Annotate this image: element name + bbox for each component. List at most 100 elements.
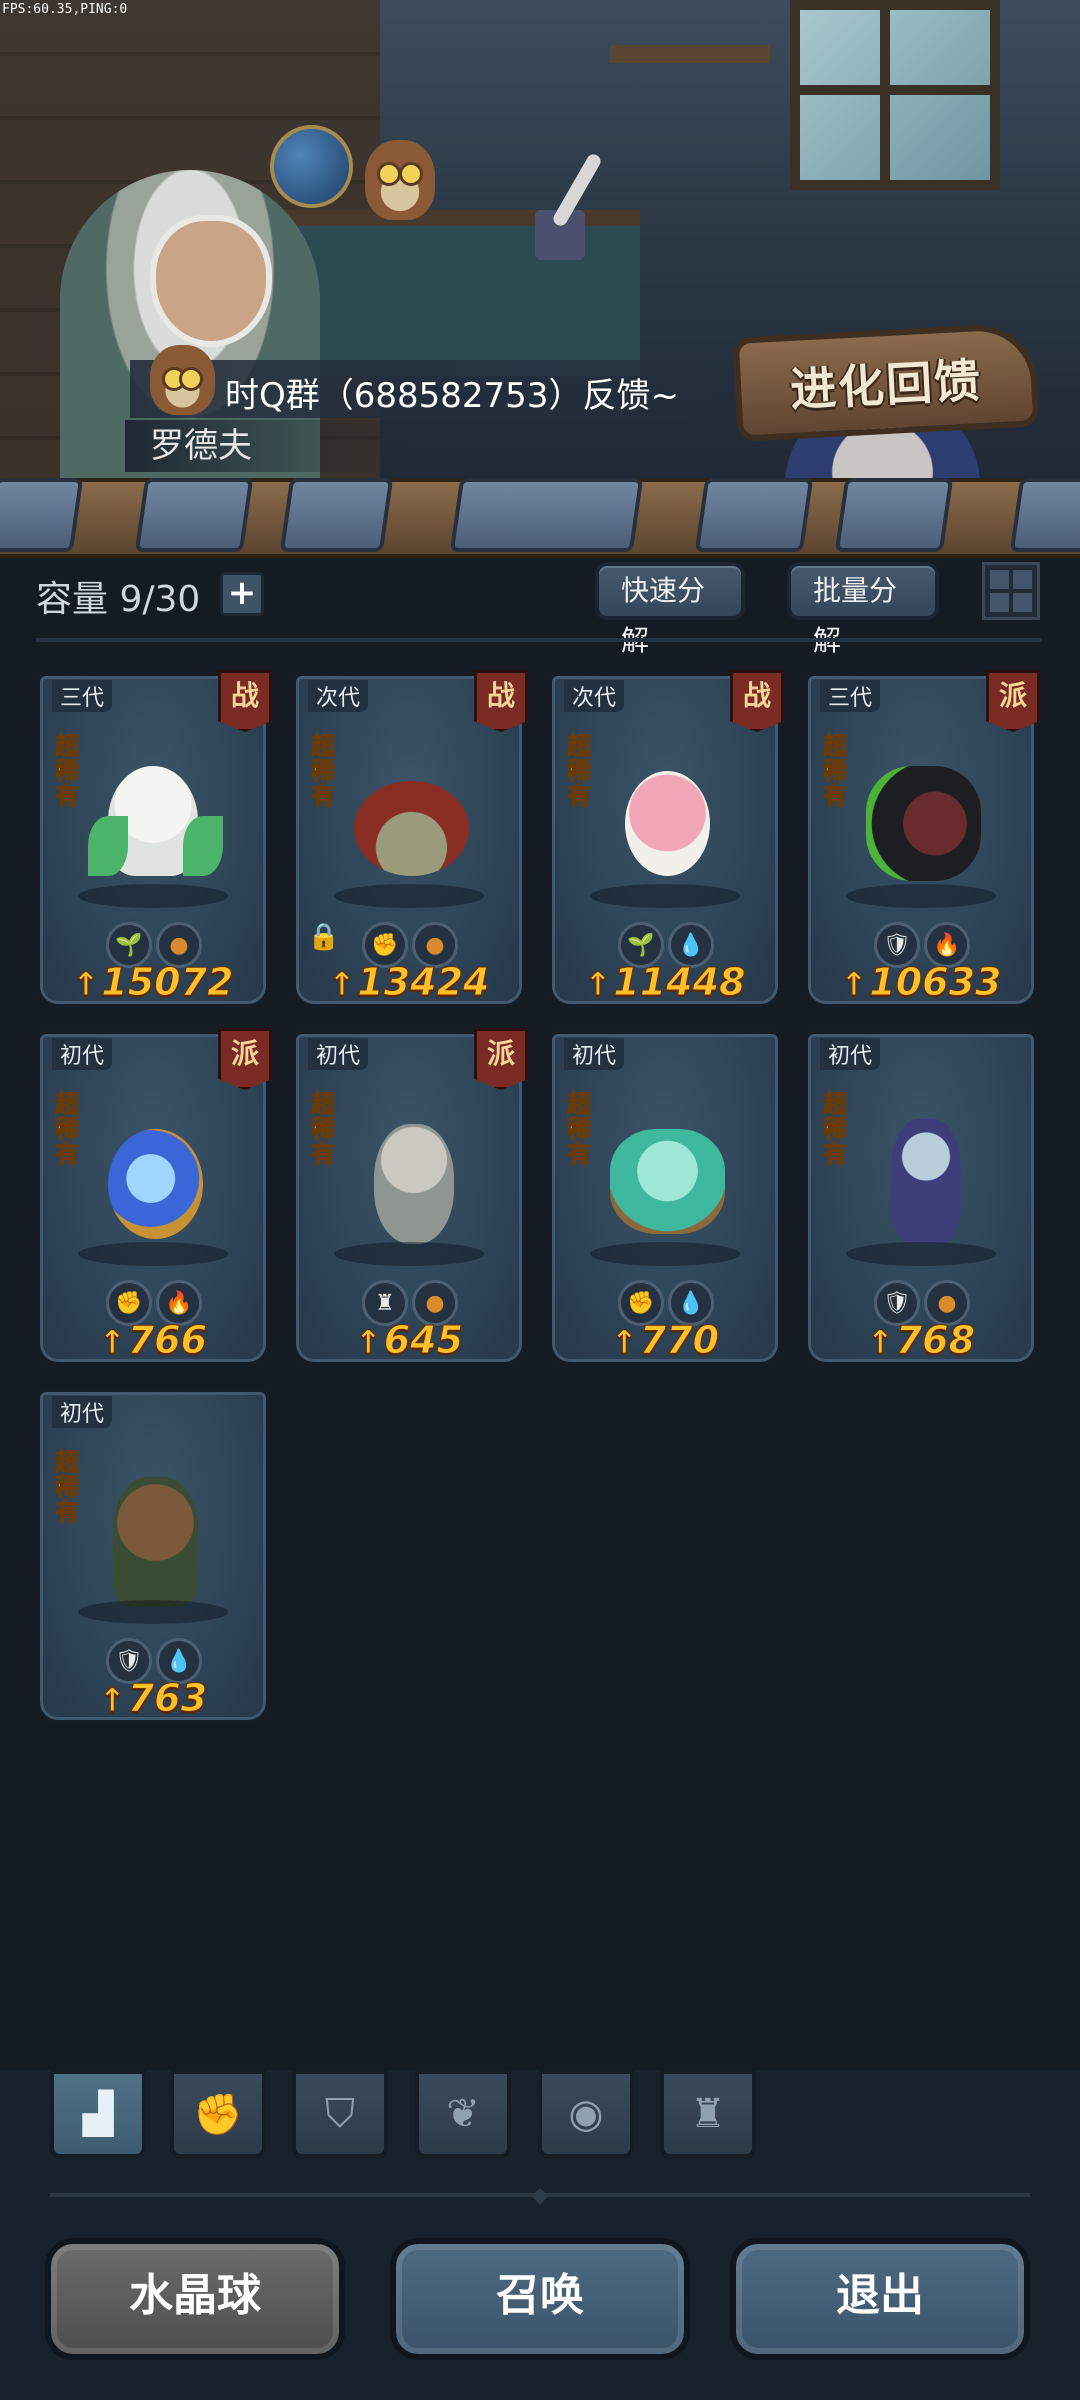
power-arrow-icon: ↑ (328, 965, 356, 1004)
globe-art (270, 125, 353, 208)
creature-card[interactable]: 三代 战 超稀有 🌱 ● ↑15072 (36, 670, 272, 1008)
creature-portrait (595, 746, 735, 896)
batch-decompose-button[interactable]: 批量分解 (787, 562, 939, 657)
merlon (279, 478, 394, 552)
leaf-wing-art (88, 816, 128, 876)
exit-button[interactable]: 退出 (730, 2238, 1030, 2360)
capacity-label: 容量 9/30 (36, 579, 201, 620)
divider (36, 638, 1042, 642)
power-arrow-icon: ↑ (98, 1323, 126, 1362)
creature-card[interactable]: 初代 超稀有 🛡 ● ↑768 (804, 1030, 1038, 1366)
combat-power: ↑763 (98, 1676, 208, 1721)
merlon (1009, 478, 1080, 552)
creature-portrait (83, 1104, 223, 1254)
ground-shadow (590, 884, 740, 908)
creature-portrait (851, 746, 991, 896)
generation-label: 次代 (308, 680, 369, 712)
power-arrow-icon: ↑ (98, 1681, 126, 1720)
crystal-ball-button[interactable]: 水晶球 (45, 2238, 345, 2360)
lock-icon[interactable]: 🔒 (306, 922, 342, 962)
creature-portrait (595, 1104, 735, 1254)
combat-power: ↑15072 (72, 960, 234, 1005)
ground-shadow (78, 1242, 228, 1266)
faction-badge: 派 (218, 1028, 272, 1090)
ground-shadow (846, 884, 996, 908)
ground-shadow (78, 884, 228, 908)
rarity-label: 超稀有 (55, 732, 80, 810)
combat-power: ↑645 (354, 1318, 464, 1363)
creature-card[interactable]: 次代 战 超稀有 🔒 ✊ ● ↑13424 (292, 670, 528, 1008)
blue-flame-art (108, 1129, 203, 1239)
creature-card[interactable]: 初代 派 超稀有 ♜ ● ↑645 (292, 1028, 528, 1366)
owl-art (365, 140, 435, 220)
generation-label: 初代 (52, 1038, 113, 1070)
creature-card[interactable]: 初代 超稀有 ✊ 💧 ↑770 (548, 1030, 782, 1366)
rarity-label: 超稀有 (55, 1090, 80, 1168)
combat-power: ↑768 (866, 1318, 976, 1363)
sprout-icon: ❦ (446, 2091, 480, 2137)
power-arrow-icon: ↑ (354, 1323, 382, 1362)
rarity-label: 超稀有 (55, 1448, 80, 1526)
generation-label: 初代 (52, 1396, 113, 1428)
evolution-reward-button[interactable]: 进化回馈 (732, 322, 1040, 442)
creature-portrait (83, 1462, 223, 1612)
generation-label: 三代 (820, 680, 881, 712)
creature-card[interactable]: 初代 超稀有 🛡 💧 ↑763 (36, 1388, 270, 1724)
ground-shadow (78, 1600, 228, 1624)
ground-shadow (590, 1242, 740, 1266)
combat-power: ↑13424 (328, 960, 490, 1005)
faction-badge: 派 (474, 1028, 528, 1090)
ground-shadow (334, 884, 484, 908)
pink-creature-art (625, 771, 710, 876)
merlon (449, 478, 644, 552)
filter-tab-all[interactable]: ▟ (50, 2070, 146, 2158)
rarity-label: 超稀有 (567, 1090, 592, 1168)
shield-icon: ⛉ (325, 2091, 355, 2137)
summon-button[interactable]: 召唤 (390, 2238, 690, 2360)
merlon (694, 478, 814, 552)
generation-label: 次代 (564, 680, 625, 712)
generation-label: 三代 (52, 680, 113, 712)
wizard-face-art (150, 215, 272, 347)
all-icon: ▟ (82, 2091, 114, 2137)
generation-label: 初代 (564, 1038, 625, 1070)
npc-name-tag: 罗德夫 (125, 420, 415, 472)
filter-tab-tower[interactable]: ♜ (660, 2070, 756, 2158)
combat-power: ↑11448 (584, 960, 746, 1005)
water-spirit-art (610, 1129, 725, 1234)
rarity-label: 超稀有 (823, 1090, 848, 1168)
grid-view-icon[interactable] (982, 562, 1040, 620)
combat-power: ↑10633 (840, 960, 1002, 1005)
add-capacity-button[interactable]: + (220, 572, 264, 616)
combat-power: ↑770 (610, 1318, 720, 1363)
rarity-label: 超稀有 (311, 1090, 336, 1168)
npc-dialog-text: 时Q群（688582753）反馈~ (225, 376, 679, 416)
window-art (790, 0, 1000, 190)
filter-tab-fist[interactable]: ✊ (170, 2070, 266, 2158)
power-arrow-icon: ↑ (72, 965, 100, 1004)
creature-card[interactable]: 初代 派 超稀有 ✊ 🔥 ↑766 (36, 1028, 272, 1366)
alien-icon: ◉ (568, 2091, 604, 2137)
fist-icon: ✊ (193, 2091, 243, 2138)
rarity-label: 超稀有 (311, 732, 336, 810)
creature-portrait (339, 1104, 479, 1254)
tower-icon: ♜ (690, 2091, 726, 2137)
filter-tab-sprout[interactable]: ❦ (415, 2070, 511, 2158)
filter-tab-alien[interactable]: ◉ (538, 2070, 634, 2158)
tree-spirit-art (113, 1477, 198, 1607)
power-arrow-icon: ↑ (610, 1323, 638, 1362)
merlon (134, 478, 254, 552)
filter-tab-shield[interactable]: ⛉ (292, 2070, 388, 2158)
creature-card[interactable]: 三代 派 超稀有 🛡 🔥 ↑10633 (804, 670, 1040, 1008)
merlon (834, 478, 954, 552)
fast-decompose-button[interactable]: 快速分解 (595, 562, 745, 657)
mushroom-creature-art (354, 781, 469, 876)
faction-badge: 派 (986, 670, 1040, 732)
creature-card[interactable]: 次代 战 超稀有 🌱 💧 ↑11448 (548, 670, 784, 1008)
combat-power: ↑766 (98, 1318, 208, 1363)
merlon (0, 478, 84, 552)
rarity-label: 超稀有 (567, 732, 592, 810)
leaf-wing-art (183, 816, 223, 876)
dark-beast-art (866, 766, 981, 881)
power-arrow-icon: ↑ (866, 1323, 894, 1362)
